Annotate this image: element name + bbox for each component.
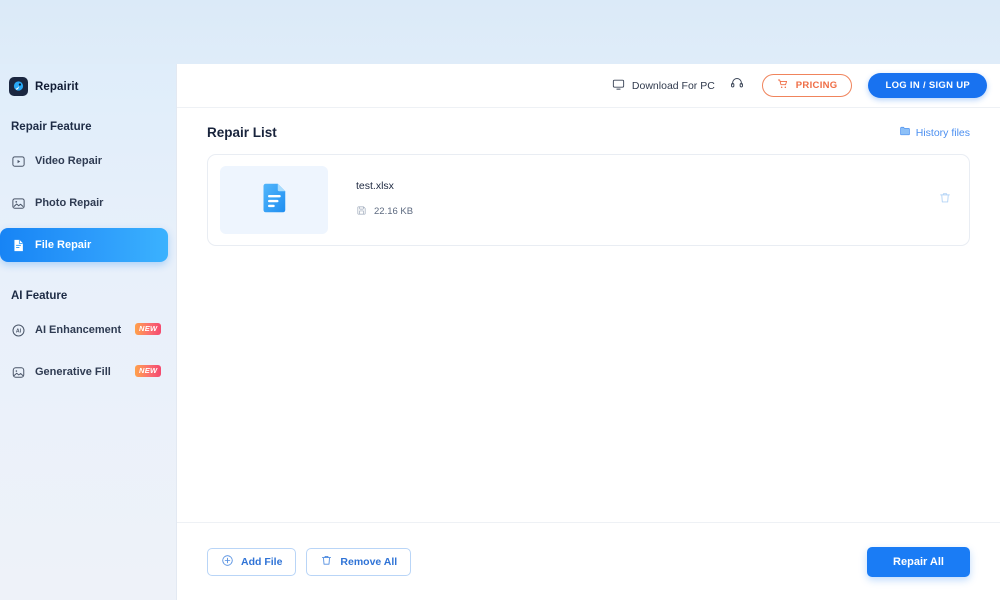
sidebar-item-generative-fill[interactable]: Generative Fill NEW: [0, 355, 168, 389]
sidebar-item-ai-enhancement[interactable]: AI AI Enhancement NEW: [0, 313, 168, 347]
main-header: Download For PC PRICING LOG IN / SIGN UP: [177, 64, 1000, 108]
support-button[interactable]: [730, 76, 744, 95]
download-for-pc-label: Download For PC: [631, 79, 715, 92]
file-meta: test.xlsx 22.16 KB: [356, 180, 938, 221]
sidebar-section-title-repair: Repair Feature: [11, 121, 92, 133]
sidebar-item-video-repair[interactable]: Video Repair: [0, 144, 168, 178]
download-for-pc-link[interactable]: Download For PC: [612, 78, 715, 94]
repair-list-region: Repair List History files test.xlsx 22.1…: [177, 108, 1000, 522]
login-signup-label: LOG IN / SIGN UP: [885, 80, 970, 91]
delete-file-button[interactable]: [938, 191, 956, 210]
sidebar-section-title-ai: AI Feature: [11, 290, 68, 302]
cart-icon: [777, 78, 789, 93]
add-file-button[interactable]: Add File: [207, 547, 297, 576]
pricing-label: PRICING: [795, 80, 838, 91]
remove-all-button[interactable]: Remove All: [306, 547, 412, 576]
brand: Repairit: [0, 64, 176, 96]
repair-all-button[interactable]: Repair All: [867, 546, 970, 577]
trash-icon: [938, 191, 952, 210]
add-file-label: Add File: [241, 555, 283, 568]
sidebar-item-label: Photo Repair: [35, 197, 104, 209]
sidebar-item-label: AI Enhancement: [35, 324, 122, 336]
sidebar-item-label: File Repair: [35, 239, 92, 251]
generative-fill-icon: [11, 365, 26, 380]
history-files-link[interactable]: History files: [899, 125, 970, 140]
status-badge-new: NEW: [135, 365, 162, 377]
sidebar-item-file-repair[interactable]: File Repair: [0, 228, 168, 262]
status-badge-new: NEW: [135, 323, 162, 335]
trash-icon: [320, 554, 333, 570]
page-title: Repair List: [207, 125, 277, 140]
folder-icon: [899, 125, 911, 140]
file-size: 22.16 KB: [374, 206, 414, 217]
sidebar-item-label: Generative Fill: [35, 366, 111, 378]
sidebar-item-label: Video Repair: [35, 155, 103, 167]
repairit-logo-icon: [9, 77, 28, 96]
remove-all-label: Remove All: [340, 555, 398, 568]
ai-enhancement-icon: AI: [11, 323, 26, 338]
brand-name: Repairit: [35, 80, 79, 93]
sidebar-item-photo-repair[interactable]: Photo Repair: [0, 186, 168, 220]
pricing-button[interactable]: PRICING: [761, 74, 853, 97]
footer-toolbar: Add File Remove All Repair All: [177, 522, 1000, 600]
file-size-row: 22.16 KB: [356, 203, 938, 221]
sidebar: Repairit Repair Feature Video Repair Pho…: [0, 64, 177, 600]
save-disk-icon: [356, 203, 367, 221]
video-repair-icon: [11, 154, 26, 169]
file-repair-icon: [11, 238, 26, 253]
list-item[interactable]: test.xlsx 22.16 KB: [207, 154, 970, 246]
monitor-icon: [612, 78, 625, 94]
document-file-icon: [256, 180, 292, 221]
headset-icon: [730, 76, 744, 95]
repair-all-label: Repair All: [893, 555, 944, 568]
svg-text:AI: AI: [16, 328, 22, 334]
history-files-label: History files: [915, 126, 970, 139]
top-background-strip: [0, 0, 1000, 64]
app-root: Repairit Repair Feature Video Repair Pho…: [0, 0, 1000, 600]
plus-circle-icon: [221, 554, 234, 570]
file-thumbnail: [220, 166, 328, 234]
file-name: test.xlsx: [356, 179, 394, 192]
login-signup-button[interactable]: LOG IN / SIGN UP: [868, 73, 987, 98]
main-panel: Download For PC PRICING LOG IN / SIGN UP…: [177, 64, 1000, 600]
repair-list-header: Repair List History files: [207, 108, 970, 140]
photo-repair-icon: [11, 196, 26, 211]
